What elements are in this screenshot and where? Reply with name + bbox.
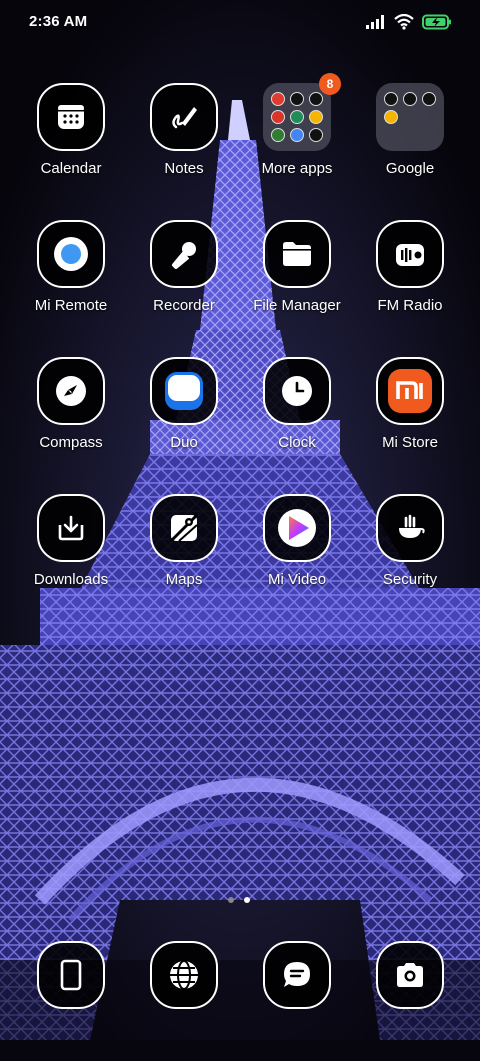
mini-app-icon: [309, 92, 323, 106]
app-mi-store[interactable]: Mi Store: [355, 357, 465, 477]
app-label: Google: [385, 160, 435, 177]
radio-icon: [376, 220, 444, 288]
globe-icon: [150, 941, 218, 1009]
clock-icon: [263, 357, 331, 425]
camera-icon: [376, 941, 444, 1009]
app-duo[interactable]: Duo: [129, 357, 239, 477]
mini-app-icon: [309, 128, 323, 142]
maps-icon: [150, 494, 218, 562]
mini-app-icon: [403, 92, 417, 106]
app-label: Compass: [39, 434, 103, 451]
folder-icon: [263, 83, 331, 151]
mini-app-icon: [290, 128, 304, 142]
app-notes[interactable]: Notes: [129, 83, 239, 203]
mini-app-icon: [384, 110, 398, 124]
app-label: FM Radio: [377, 297, 443, 314]
mini-app-icon: [384, 92, 398, 106]
calendar-icon: [37, 83, 105, 151]
mini-app-icon: [271, 92, 285, 106]
app-label: Clock: [278, 434, 316, 451]
app-file-manager[interactable]: File Manager: [242, 220, 352, 340]
battery-charging-icon: [422, 14, 451, 30]
app-label: Maps: [165, 571, 203, 588]
app-label: File Manager: [253, 297, 341, 314]
app-label: Downloads: [33, 571, 109, 588]
folder-icon: [376, 83, 444, 151]
compass-icon: [37, 357, 105, 425]
mini-app-icon: [290, 92, 304, 106]
message-icon: [263, 941, 331, 1009]
app-mi-video[interactable]: Mi Video: [242, 494, 352, 614]
notes-icon: [150, 83, 218, 151]
signal-icon: [366, 15, 384, 29]
dock-messages[interactable]: [242, 941, 352, 1061]
download-icon: [37, 494, 105, 562]
app-downloads[interactable]: Downloads: [16, 494, 126, 614]
folder-google[interactable]: Google: [355, 83, 465, 203]
folder-file-icon: [263, 220, 331, 288]
app-calendar[interactable]: Calendar: [16, 83, 126, 203]
app-label: Mi Remote: [34, 297, 108, 314]
app-label: Mi Video: [267, 571, 327, 588]
app-label: Duo: [170, 434, 198, 451]
app-label: Notes: [164, 160, 204, 177]
page-indicator: [228, 897, 250, 903]
duo-icon: [150, 357, 218, 425]
app-label: More apps: [261, 160, 333, 177]
mini-app-icon: [271, 128, 285, 142]
folder-more-apps[interactable]: 8 More apps: [242, 73, 352, 203]
notification-badge: 8: [319, 73, 341, 95]
app-compass[interactable]: Compass: [16, 357, 126, 477]
status-bar: 2:36 AM: [0, 0, 480, 44]
app-label: Security: [382, 571, 438, 588]
app-maps[interactable]: Maps: [129, 494, 239, 614]
mini-app-icon: [271, 110, 285, 124]
status-time: 2:36 AM: [29, 13, 88, 30]
dock-camera[interactable]: [355, 941, 465, 1061]
app-label: Calendar: [40, 160, 102, 177]
page-dot-active[interactable]: [244, 897, 250, 903]
page-dot[interactable]: [228, 897, 234, 903]
mini-app-icon: [290, 110, 304, 124]
wifi-icon: [394, 14, 414, 30]
app-mi-remote[interactable]: Mi Remote: [16, 220, 126, 340]
dock-phone[interactable]: [16, 941, 126, 1061]
play-icon: [263, 494, 331, 562]
dock-browser[interactable]: [129, 941, 239, 1061]
app-label: Mi Store: [382, 434, 438, 451]
app-label: Recorder: [153, 297, 215, 314]
app-clock[interactable]: Clock: [242, 357, 352, 477]
microphone-icon: [150, 220, 218, 288]
mi-remote-icon: [37, 220, 105, 288]
mi-store-icon: [376, 357, 444, 425]
mini-app-icon: [422, 92, 436, 106]
app-security[interactable]: Security: [355, 494, 465, 614]
security-icon: [376, 494, 444, 562]
app-fm-radio[interactable]: FM Radio: [355, 220, 465, 340]
phone-icon: [37, 941, 105, 1009]
mini-app-icon: [309, 110, 323, 124]
app-recorder[interactable]: Recorder: [129, 220, 239, 340]
